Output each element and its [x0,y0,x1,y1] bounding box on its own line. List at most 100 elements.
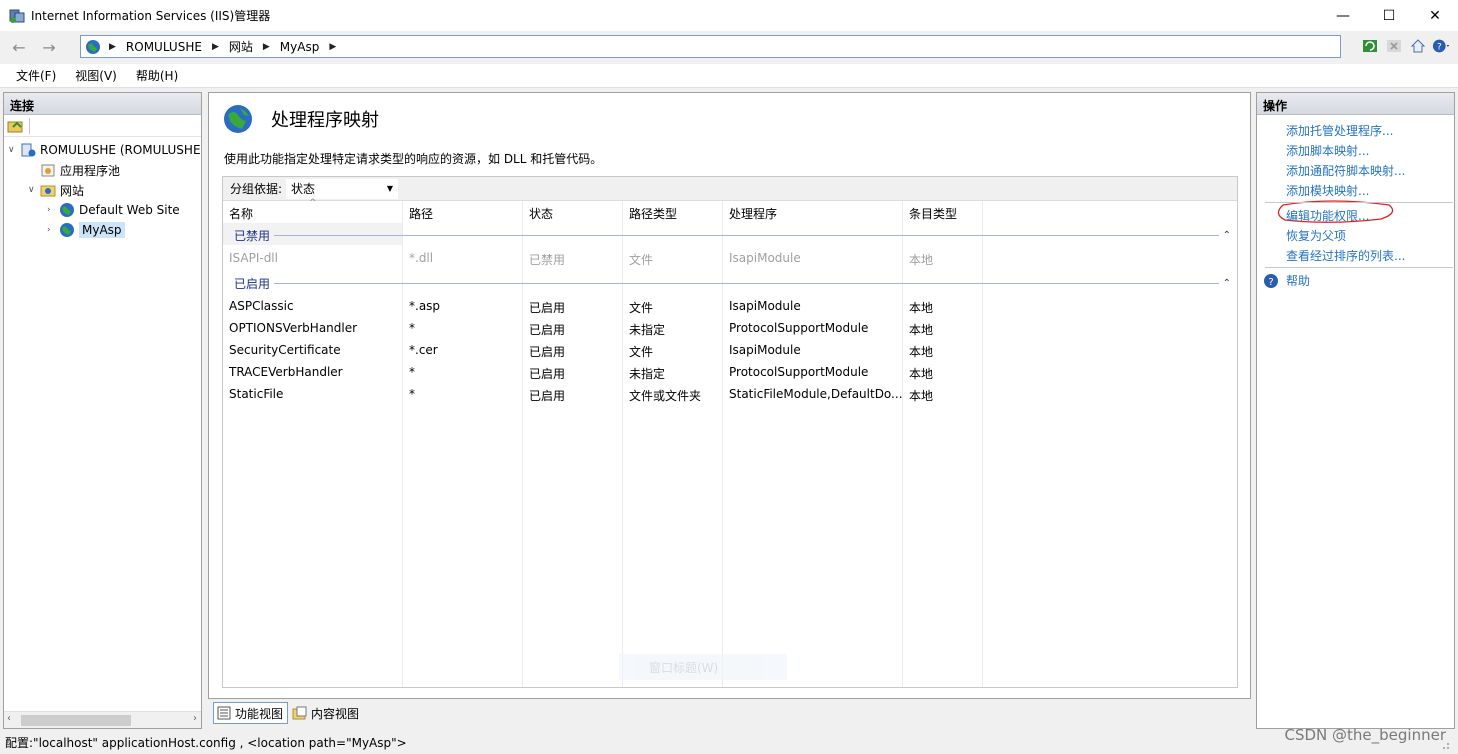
column-header-state[interactable]: 状态 [523,201,559,223]
collapse-group-icon[interactable]: ⌃ [1223,278,1231,289]
iis-app-icon [9,9,25,23]
menu-help[interactable]: 帮助(H) [136,67,178,84]
collapse-group-icon[interactable]: ⌃ [1223,230,1231,241]
scroll-right-icon[interactable]: › [193,713,197,724]
menu-bar: 文件(F) 视图(V) 帮助(H) [0,64,1458,88]
tree-item-default-web-site[interactable]: › Default Web Site [47,200,180,220]
table-row[interactable]: OPTIONSVerbHandler * 已启用 未指定 ProtocolSup… [223,317,1237,339]
maximize-button[interactable]: ☐ [1366,0,1412,31]
breadcrumb-server[interactable]: ROMULUSHE [126,40,202,54]
column-header-entry-type[interactable]: 条目类型 [903,201,963,223]
column-header-name[interactable]: 名称 ^ [223,198,402,223]
toolbar-divider [29,117,30,134]
crumb-separator-icon: ▶ [211,41,219,52]
home-button[interactable] [1408,36,1428,56]
group-by-label: 分组依据: [230,182,283,196]
tree-item-label: MyAsp [79,222,125,238]
tree-item-label: Default Web Site [79,203,180,217]
actions-divider [1265,202,1453,203]
tree-item-label: 网站 [60,183,85,198]
table-row[interactable]: ISAPI-dll *.dll 已禁用 文件 IsapiModule 本地 [223,247,1237,269]
home-icon [1410,39,1426,53]
action-revert-to-parent[interactable]: 恢复为父项 [1286,227,1346,244]
tree-item-app-pools[interactable]: 应用程序池 [28,160,120,180]
action-edit-feature-permissions[interactable]: 编辑功能权限... [1286,207,1369,224]
table-row[interactable]: TRACEVerbHandler * 已启用 未指定 ProtocolSuppo… [223,361,1237,383]
action-help[interactable]: 帮助 [1286,272,1310,289]
refresh-button[interactable] [1360,36,1380,56]
action-add-wildcard-script-map[interactable]: 添加通配符脚本映射... [1286,162,1405,179]
stop-button[interactable] [1384,36,1404,56]
action-add-module-mapping[interactable]: 添加模块映射... [1286,182,1369,199]
column-header-path-type[interactable]: 路径类型 [623,201,683,223]
scrollbar-thumb[interactable] [21,715,131,726]
expand-chevron-icon[interactable]: › [47,205,59,215]
page-description: 使用此功能指定处理特定请求类型的响应的资源，如 DLL 和托管代码。 [224,152,603,166]
connections-panel: 连接 ∨ ROMULUSHE (ROMULUSHE 应用程序池 ∨ 网站 › D… [3,92,202,729]
ghost-drag-hint: 窗口标题(W) [619,654,787,680]
scroll-left-icon[interactable]: ‹ [7,713,11,724]
forward-button[interactable]: → [36,36,62,58]
resize-grip-icon[interactable] [1438,738,1450,750]
menu-view[interactable]: 视图(V) [75,67,117,84]
group-by-value: 状态 [291,182,316,196]
stop-icon [1387,40,1401,52]
expand-chevron-icon[interactable]: › [47,225,59,235]
breadcrumb-myasp[interactable]: MyAsp [280,40,320,54]
tree-item-label: ROMULUSHE (ROMULUSHE [40,143,201,157]
page-title: 处理程序映射 [271,110,379,131]
svg-text:?: ? [1268,277,1273,288]
group-by-bar: 分组依据: 状态 ▼ [223,177,1237,201]
collapse-chevron-icon[interactable]: ∨ [28,185,40,195]
back-button[interactable]: ← [6,36,32,58]
column-headers: 名称 ^ 路径 状态 路径类型 处理程序 条目类型 [223,198,1237,223]
minimize-button[interactable]: — [1320,0,1366,31]
sort-ascending-icon: ^ [309,198,317,208]
table-row[interactable]: StaticFile * 已启用 文件或文件夹 StaticFileModule… [223,383,1237,405]
status-text: 配置:"localhost" applicationHost.config , … [5,735,407,750]
app-pool-icon [41,164,55,177]
connections-header: 连接 [4,93,201,115]
help-icon: ? [1264,274,1278,288]
globe-icon [60,223,74,237]
table-row[interactable]: SecurityCertificate *.cer 已启用 文件 IsapiMo… [223,339,1237,361]
action-view-ordered-list[interactable]: 查看经过排序的列表... [1286,247,1405,264]
action-add-script-map[interactable]: 添加脚本映射... [1286,142,1369,159]
back-arrow-icon: ← [12,37,26,57]
close-button[interactable]: ✕ [1412,0,1458,31]
crumb-separator-icon: ▶ [262,41,270,52]
title-bar: Internet Information Services (IIS)管理器 —… [0,0,1458,31]
column-header-handler[interactable]: 处理程序 [723,201,783,223]
actions-list: 添加托管处理程序... 添加脚本映射... 添加通配符脚本映射... 添加模块映… [1257,115,1454,288]
address-row: ← → ▶ ROMULUSHE ▶ 网站 ▶ MyAsp ▶ ? [0,31,1458,63]
menu-file[interactable]: 文件(F) [16,67,56,84]
globe-icon [60,203,74,217]
table-row[interactable]: ASPClassic *.asp 已启用 文件 IsapiModule 本地 [223,295,1237,317]
horizontal-scrollbar[interactable]: ‹ › [4,711,201,728]
help-dropdown-button[interactable]: ? [1432,36,1452,56]
refresh-icon [1363,40,1377,52]
actions-divider [1265,267,1453,268]
column-header-path[interactable]: 路径 [403,201,439,223]
group-header-disabled[interactable]: 已禁用 ⌃ [229,225,1231,245]
tab-content-view[interactable]: 内容视图 [290,702,363,724]
connect-icon[interactable] [7,118,25,134]
tab-features-view[interactable]: 功能视图 [213,702,289,724]
content-view-icon [292,706,307,720]
tree-item-myasp[interactable]: › MyAsp [47,220,125,240]
collapse-chevron-icon[interactable]: ∨ [8,145,20,155]
handler-mappings-list: 分组依据: 状态 ▼ 名称 ^ 路径 状态 路径类型 处理程序 条目类型 已禁用 [222,176,1238,688]
group-header-enabled[interactable]: 已启用 ⌃ [229,273,1231,293]
svg-text:?: ? [1437,43,1442,53]
actions-panel: 操作 添加托管处理程序... 添加脚本映射... 添加通配符脚本映射... 添加… [1256,92,1455,729]
view-tabs: 功能视图 内容视图 [213,702,363,724]
address-bar[interactable]: ▶ ROMULUSHE ▶ 网站 ▶ MyAsp ▶ [80,35,1341,58]
tree-item-server[interactable]: ∨ ROMULUSHE (ROMULUSHE [8,140,201,160]
tree-item-sites[interactable]: ∨ 网站 [28,180,84,200]
globe-icon [86,39,100,54]
action-add-managed-handler[interactable]: 添加托管处理程序... [1286,122,1393,139]
connections-toolbar [4,115,201,137]
group-by-select[interactable]: 状态 ▼ [286,178,399,199]
breadcrumb-sites[interactable]: 网站 [229,38,253,55]
tree-item-label: 应用程序池 [60,163,121,178]
